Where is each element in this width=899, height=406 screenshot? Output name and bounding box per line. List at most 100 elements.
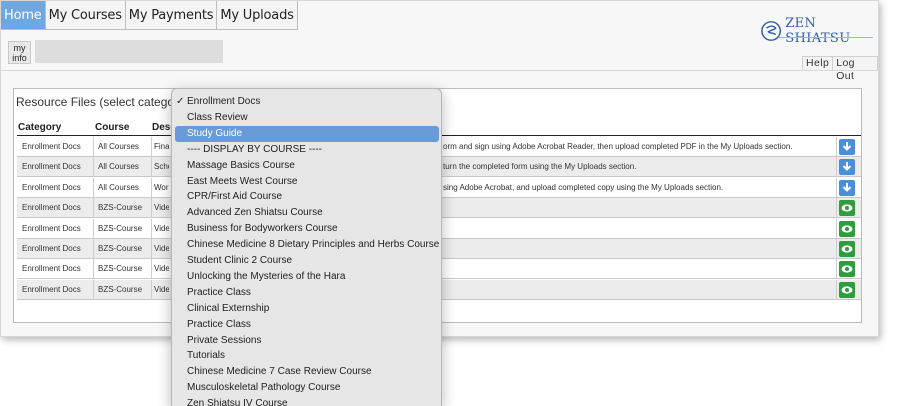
dropdown-option[interactable]: Massage Basics Course [175, 158, 439, 174]
column-divider [93, 279, 94, 300]
download-icon[interactable] [839, 139, 855, 155]
log-out-link[interactable]: Log Out [832, 56, 878, 82]
brand-name: ZEN SHIATSU [785, 16, 851, 46]
dropdown-option-label: Advanced Zen Shiatsu Course [187, 207, 323, 219]
nav-tab-my-payments[interactable]: My Payments [125, 1, 218, 30]
my-info-button[interactable]: my info [8, 41, 31, 64]
description-cell: Finar [154, 142, 169, 151]
brand-underline [779, 37, 873, 38]
dropdown-option-label: Class Review [187, 111, 248, 123]
description-cell: Work [154, 182, 169, 192]
course-cell: All Courses [98, 162, 139, 172]
eye-icon[interactable] [839, 261, 855, 278]
course-cell: BZS-Course [98, 203, 143, 213]
column-divider [151, 279, 152, 300]
column-divider [93, 198, 94, 219]
eye-icon[interactable] [839, 281, 855, 298]
column-divider [151, 198, 152, 219]
description-cell: Scho [154, 162, 169, 172]
dropdown-option[interactable]: Chinese Medicine 7 Case Review Course [175, 364, 439, 380]
column-divider [836, 198, 837, 219]
column-divider [93, 177, 94, 198]
dropdown-option[interactable]: ✓ Enrollment Docs [175, 94, 439, 110]
download-icon[interactable] [839, 179, 855, 196]
dropdown-option-label: Private Sessions [187, 334, 262, 346]
column-divider [836, 157, 837, 178]
dropdown-option-label: East Meets West Course [187, 175, 298, 187]
description-tail: sing Adobe Acrobat, and upload completed… [443, 182, 724, 192]
category-cell: Enrollment Docs [22, 182, 81, 192]
dropdown-option[interactable]: Tutorials [175, 348, 439, 364]
dropdown-option-label: Student Clinic 2 Course [187, 255, 293, 266]
eye-icon[interactable] [839, 200, 855, 217]
dropdown-option[interactable]: Study Guide [175, 125, 439, 142]
category-cell: Enrollment Docs [22, 142, 81, 151]
category-cell: Enrollment Docs [22, 244, 81, 253]
column-divider [836, 177, 837, 198]
course-cell: All Courses [98, 142, 139, 151]
nav-tab-home[interactable]: Home [1, 1, 46, 30]
eye-icon[interactable] [839, 241, 855, 257]
description-cell: Vide [154, 203, 169, 213]
course-cell: BZS-Course [98, 223, 143, 233]
dropdown-option[interactable]: Advanced Zen Shiatsu Course [175, 205, 439, 221]
help-link[interactable]: Help [802, 56, 833, 71]
dropdown-option-label: Chinese Medicine 8 Dietary Principles an… [187, 239, 440, 251]
dropdown-option[interactable]: Clinical Externship [175, 301, 439, 317]
download-icon[interactable] [839, 159, 855, 176]
description-cell: Vide [154, 223, 169, 233]
nav-tab-my-courses[interactable]: My Courses [45, 1, 126, 30]
course-cell: BZS-Course [98, 244, 143, 253]
dropdown-option[interactable]: CPR/First Aid Course [175, 189, 439, 205]
description-tail: turn the completed form using the My Upl… [443, 162, 637, 172]
dropdown-option-label: Massage Basics Course [187, 159, 295, 171]
description-cell: Vide [154, 244, 169, 253]
dropdown-option[interactable]: Student Clinic 2 Course [175, 253, 439, 269]
app-window: Home My Courses My Payments My Uploads Z… [0, 0, 899, 406]
category-cell: Enrollment Docs [22, 264, 81, 274]
dropdown-option[interactable]: East Meets West Course [175, 174, 439, 190]
category-cell: Enrollment Docs [22, 203, 81, 213]
course-cell: All Courses [98, 182, 139, 192]
column-divider [93, 239, 94, 259]
column-divider [836, 218, 837, 239]
course-cell: BZS-Course [98, 284, 143, 294]
dropdown-option[interactable]: Unlocking the Mysteries of the Hara [175, 269, 439, 285]
description-cell: Vide [154, 264, 169, 274]
category-cell: Enrollment Docs [22, 223, 81, 233]
nav-tab-my-uploads[interactable]: My Uploads [217, 1, 298, 30]
dropdown-option-label: Chinese Medicine 7 Case Review Course [187, 366, 372, 378]
dropdown-option[interactable]: Practice Class [175, 285, 439, 301]
dropdown-option[interactable]: Private Sessions [175, 333, 439, 349]
dropdown-option-label: Business for Bodyworkers Course [187, 223, 338, 235]
eye-icon[interactable] [839, 220, 855, 237]
description-tail: orm and sign using Adobe Acrobat Reader,… [443, 142, 793, 151]
column-divider [151, 137, 152, 157]
column-divider [836, 137, 837, 157]
category-cell: Enrollment Docs [22, 162, 81, 172]
checkmark-icon: ✓ [176, 96, 185, 107]
dropdown-option[interactable]: Business for Bodyworkers Course [175, 221, 439, 237]
dropdown-option-label: Clinical Externship [187, 302, 270, 314]
column-divider [93, 137, 94, 157]
dropdown-option-label: CPR/First Aid Course [187, 191, 283, 203]
resource-files-title: Resource Files (select category) [16, 95, 189, 109]
dropdown-option-label: Tutorials [187, 350, 225, 362]
dropdown-option-label: Practice Class [187, 286, 251, 298]
dropdown-option[interactable]: ---- DISPLAY BY COURSE ---- [175, 142, 439, 158]
dropdown-option-label: Study Guide [187, 127, 243, 139]
category-cell: Enrollment Docs [22, 284, 81, 294]
column-divider [151, 177, 152, 198]
dropdown-option[interactable]: Chinese Medicine 8 Dietary Principles an… [175, 237, 439, 253]
top-nav: Home My Courses My Payments My Uploads [1, 1, 298, 30]
utility-links: Help Log Out [802, 56, 878, 82]
zen-logo-icon [761, 21, 782, 41]
dropdown-option[interactable]: Zen Shiatsu IV Course [175, 396, 439, 406]
column-divider [836, 239, 837, 259]
dropdown-option[interactable]: Class Review [175, 110, 439, 126]
dropdown-option[interactable]: Practice Class [175, 317, 439, 333]
category-dropdown-menu[interactable]: ✓ Enrollment Docs Class Review Study Guide -… [171, 88, 442, 406]
column-divider [151, 259, 152, 280]
column-divider [151, 218, 152, 239]
dropdown-option[interactable]: Musculoskeletal Pathology Course [175, 380, 439, 396]
